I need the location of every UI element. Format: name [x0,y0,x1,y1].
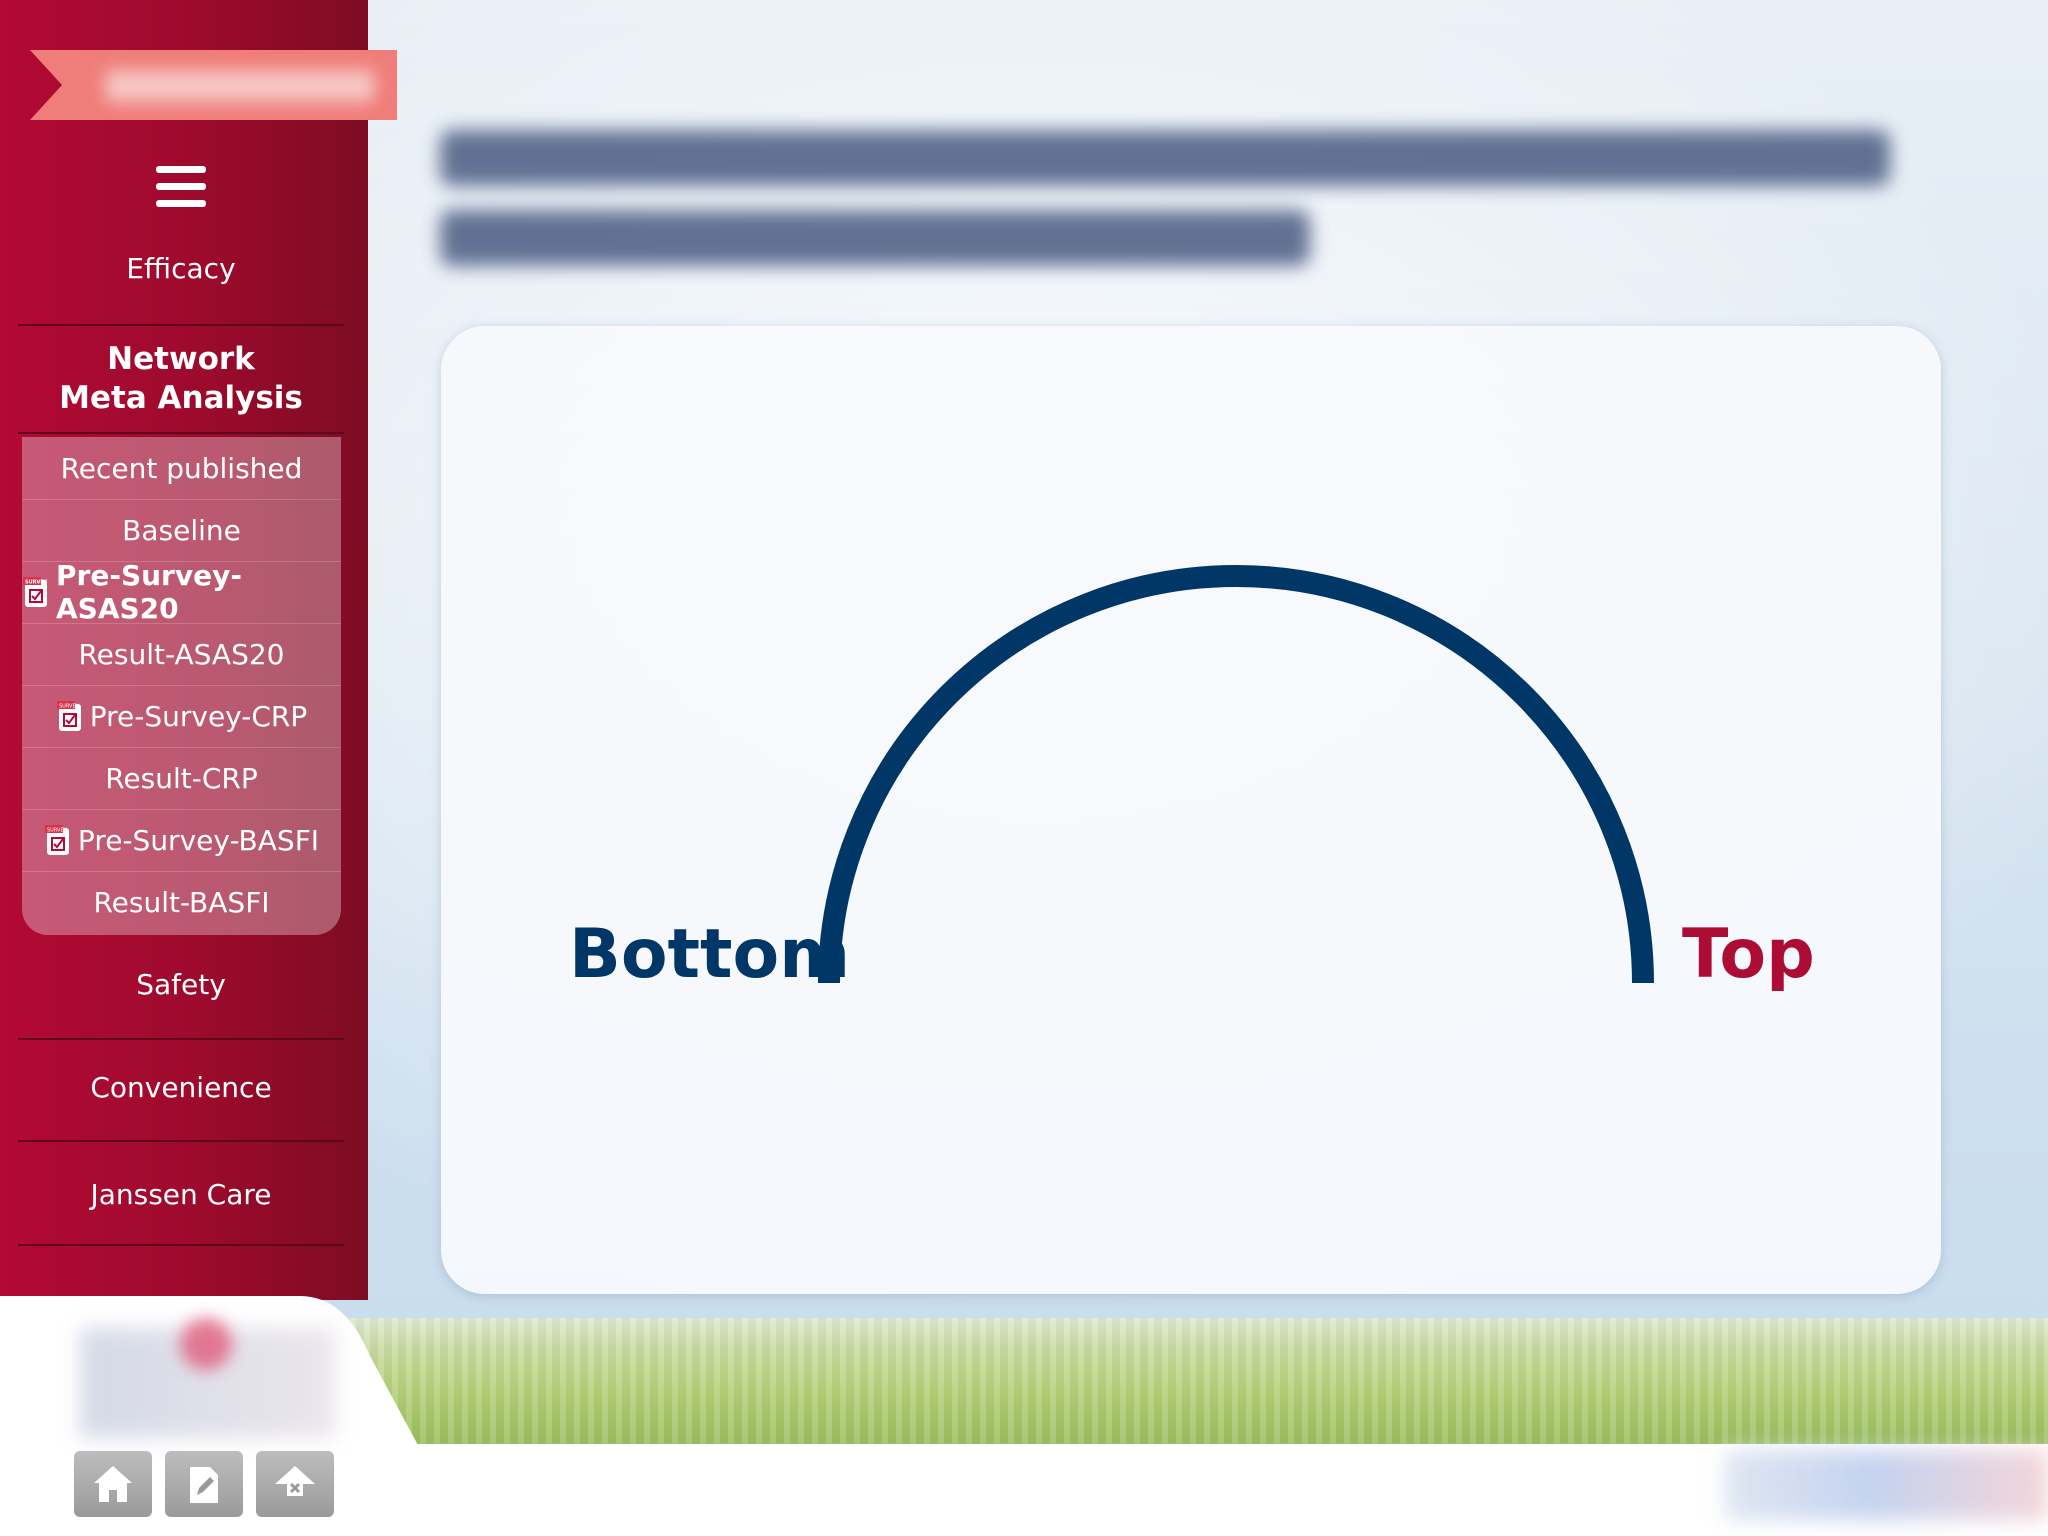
home-icon [94,1466,132,1502]
submenu-item-label: Pre-Survey-ASAS20 [56,559,242,625]
nav-divider [18,432,344,434]
submenu-item-label: Baseline [122,513,241,547]
submenu-panel: Recent published Baseline SURVEY Pre-Sur… [22,437,341,935]
nav-janssen-care[interactable]: Janssen Care [18,1178,344,1211]
submenu-item-result-crp[interactable]: Result-CRP [22,747,341,810]
nav-divider [18,1140,344,1142]
footer-logo-blurred [1725,1450,2048,1520]
home-button[interactable] [74,1451,152,1517]
question-blurred [440,130,1920,266]
share-icon [275,1466,315,1496]
survey-icon: SURVEY [56,701,81,731]
share-button[interactable] [256,1451,334,1517]
edit-icon [190,1467,218,1503]
submenu-item-label: Pre-Survey-CRP [89,699,308,733]
survey-icon-text: SURVEY [59,704,80,710]
survey-icon-text: SURVEY [25,580,48,586]
survey-icon-text: SURVEY [47,828,68,834]
nav-divider [18,1244,344,1246]
nav-divider [18,1038,344,1040]
company-logo-mark-blurred [180,1318,232,1370]
submenu-item-baseline[interactable]: Baseline [22,499,341,562]
submenu-item-label: Result-CRP [105,761,258,795]
brand-ribbon [30,50,397,120]
menu-icon[interactable] [156,166,206,208]
sidebar: Efficacy Network Meta Analysis Recent pu… [0,0,397,1300]
survey-icon: SURVEY [23,577,48,607]
nav-convenience[interactable]: Convenience [18,1071,344,1104]
nav-network-meta-analysis[interactable]: Network Meta Analysis [18,340,344,418]
nav-heading-line-1: Network [107,341,255,377]
submenu-item-label: Result-BASFI [93,885,270,919]
brand-logo-blurred [105,70,375,102]
submenu-item-pre-survey-asas20[interactable]: SURVEY Pre-Survey-ASAS20 [22,559,341,625]
gauge-label-bottom: Bottom [569,915,851,994]
submenu-item-recent-published[interactable]: Recent published [22,437,341,500]
answer-card[interactable] [441,326,1941,1294]
survey-icon: SURVEY [44,825,69,855]
submenu-item-result-basfi[interactable]: Result-BASFI [22,871,341,933]
nav-divider [18,324,344,326]
edit-button[interactable] [165,1451,243,1517]
submenu-item-pre-survey-basfi[interactable]: SURVEY Pre-Survey-BASFI [22,809,341,872]
submenu-item-pre-survey-crp[interactable]: SURVEY Pre-Survey-CRP [22,685,341,748]
submenu-item-label: Recent published [60,451,303,485]
submenu-item-label: Pre-Survey-BASFI [77,823,320,857]
gauge-arc-path[interactable] [818,565,1654,984]
gauge-arc[interactable] [441,326,1941,1294]
submenu-item-result-asas20[interactable]: Result-ASAS20 [22,623,341,686]
submenu-item-label: Result-ASAS20 [78,637,285,671]
nav-efficacy[interactable]: Efficacy [18,252,344,285]
gauge-label-top: Top [1682,915,1815,994]
nav-heading-line-2: Meta Analysis [59,380,303,416]
nav-safety[interactable]: Safety [18,968,344,1001]
